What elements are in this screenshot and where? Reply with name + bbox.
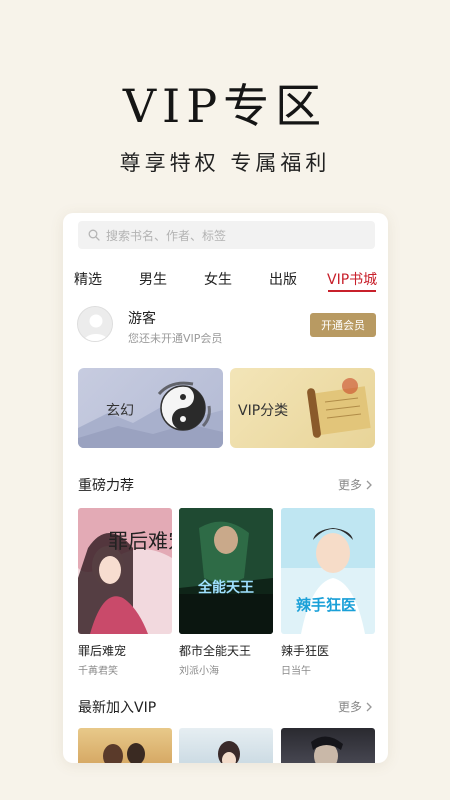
book-author: 刘派小海 xyxy=(179,666,219,677)
latest-more-label: 更多 xyxy=(338,700,363,714)
active-tab-indicator xyxy=(328,290,376,292)
search-icon xyxy=(88,229,100,241)
book-author: 日当午 xyxy=(281,666,311,677)
book-title: 罪后难宠 xyxy=(78,644,127,658)
banner-vip-category-label: VIP分类 xyxy=(238,403,289,419)
book-cover[interactable] xyxy=(281,728,375,763)
yin-yang-icon xyxy=(157,381,211,431)
tab-male[interactable]: 男生 xyxy=(139,269,167,289)
avatar[interactable] xyxy=(77,306,113,342)
hero-subtitle: 尊享特权 专属福利 xyxy=(119,151,331,175)
search-placeholder: 搜索书名、作者、标签 xyxy=(106,228,227,243)
hero-title: VIP专区 xyxy=(122,79,328,133)
featured-section-title: 重磅力荐 xyxy=(78,478,134,494)
banner-fantasy-label: 玄幻 xyxy=(106,403,134,419)
book-cover: 辣手狂医 xyxy=(281,508,375,634)
book-card[interactable]: 罪后难宠 罪后难宠 千苒君笑 xyxy=(78,508,172,677)
chevron-right-icon xyxy=(366,702,372,711)
book-title: 辣手狂医 xyxy=(281,644,330,658)
membership-status: 您还未开通VIP会员 xyxy=(128,332,223,345)
cover-text-3: 辣手狂医 xyxy=(296,596,356,614)
book-author: 千苒君笑 xyxy=(78,666,118,677)
open-membership-button[interactable]: 开通会员 xyxy=(310,313,376,337)
vip-store-card: 搜索书名、作者、标签 精选 男生 女生 出版 VIP书城 游客 您还未开通VIP… xyxy=(63,213,388,763)
chevron-right-icon xyxy=(366,480,372,489)
book-cover[interactable] xyxy=(179,728,273,763)
cover-text-2: 全能天王 xyxy=(197,579,254,596)
latest-more-link[interactable]: 更多 xyxy=(338,698,373,715)
tab-female[interactable]: 女生 xyxy=(204,269,232,289)
user-name: 游客 xyxy=(128,311,156,327)
book-card[interactable]: 全能天王 都市全能天王 刘派小海 xyxy=(179,508,273,677)
featured-more-label: 更多 xyxy=(338,478,363,492)
book-card[interactable]: 辣手狂医 辣手狂医 日当午 xyxy=(281,508,375,677)
search-input[interactable]: 搜索书名、作者、标签 xyxy=(78,221,375,249)
book-cover: 罪后难宠 xyxy=(78,508,172,634)
tab-published[interactable]: 出版 xyxy=(269,269,297,289)
tab-vip-store[interactable]: VIP书城 xyxy=(327,269,377,289)
book-cover: 全能天王 xyxy=(179,508,273,634)
book-title: 都市全能天王 xyxy=(179,644,252,658)
tab-featured[interactable]: 精选 xyxy=(74,269,102,289)
user-avatar-icon xyxy=(78,307,112,341)
book-cover[interactable] xyxy=(78,728,172,763)
banner-vip-category[interactable]: VIP分类 xyxy=(230,368,375,448)
cover-text-1: 罪后难宠 xyxy=(108,529,172,553)
latest-section-title: 最新加入VIP xyxy=(78,700,157,716)
category-tabs: 精选 男生 女生 出版 VIP书城 xyxy=(63,269,388,293)
featured-more-link[interactable]: 更多 xyxy=(338,476,373,493)
banner-fantasy[interactable]: 玄幻 xyxy=(78,368,223,448)
